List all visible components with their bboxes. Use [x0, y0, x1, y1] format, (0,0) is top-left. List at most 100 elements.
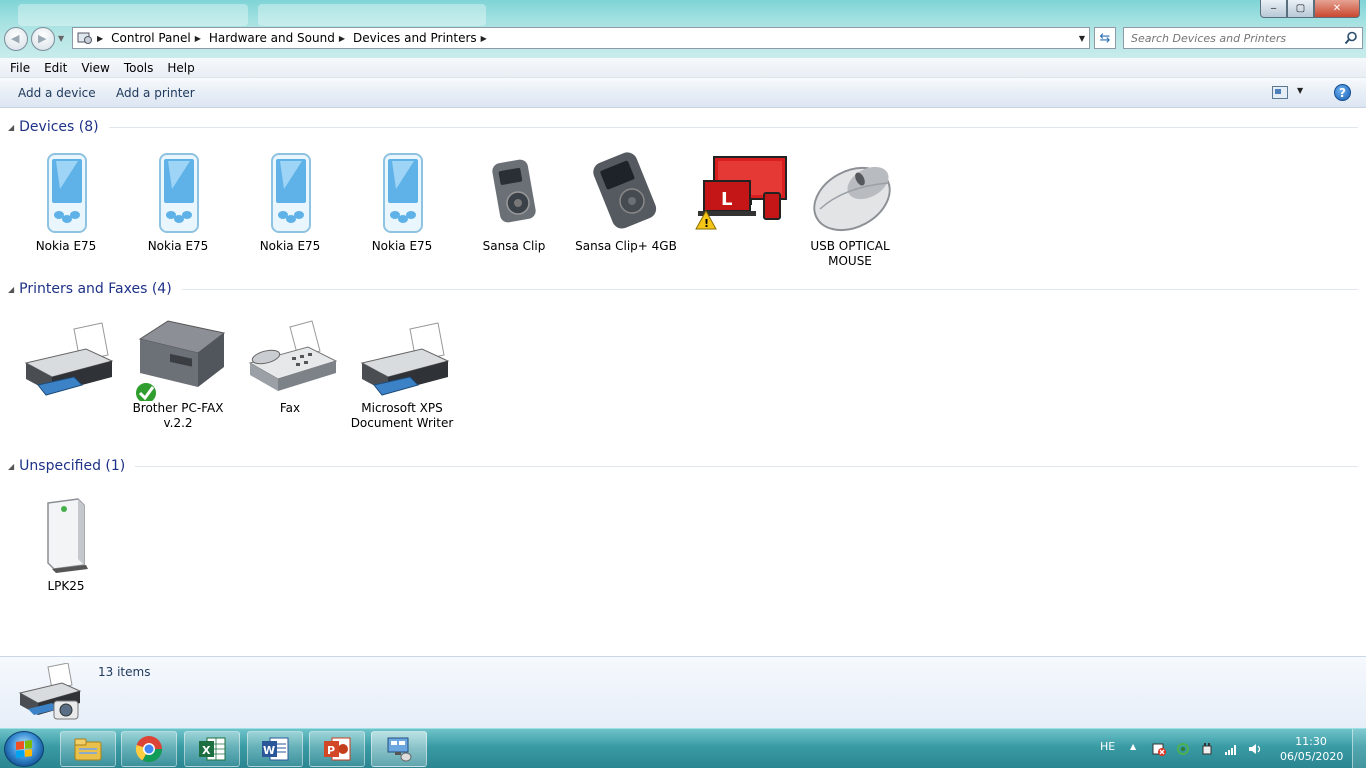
- show-hidden-icons-arrow-icon[interactable]: ▲: [1130, 742, 1144, 756]
- network-signal-icon[interactable]: [1224, 742, 1238, 756]
- taskbar-excel[interactable]: X: [184, 731, 240, 767]
- device-label: Nokia E75: [147, 239, 209, 253]
- system-clock[interactable]: 11:30 06/05/2020: [1280, 734, 1344, 764]
- printer-camera-icon: [18, 663, 82, 720]
- breadcrumb: ▶: [95, 28, 111, 48]
- collapse-triangle-icon[interactable]: ◢: [8, 285, 14, 294]
- taskbar-powerpoint[interactable]: P: [309, 731, 365, 767]
- printer-tile-brother-pc-fax[interactable]: Brother PC-FAX v.2.2: [122, 311, 234, 431]
- add-device-button[interactable]: Add a device: [18, 86, 96, 100]
- group-divider: [135, 465, 1358, 467]
- printer-icon: [16, 311, 116, 401]
- group-header-unspecified[interactable]: ◢ Unspecified (1): [8, 458, 1358, 474]
- device-label: LPK25: [47, 579, 85, 593]
- breadcrumb-hardware-and-sound[interactable]: Hardware and Sound ▶: [209, 28, 353, 48]
- device-tile-nokia-e75[interactable]: Nokia E75: [10, 149, 122, 254]
- taskbar-file-explorer[interactable]: [60, 731, 116, 767]
- control-panel-icon: [75, 29, 95, 47]
- mobile-phone-icon: [128, 149, 228, 239]
- taskbar-chrome[interactable]: [121, 731, 177, 767]
- device-label: Nokia E75: [371, 239, 433, 253]
- printer-label: Microsoft XPS Document Writer: [350, 401, 454, 430]
- recent-pages-dropdown[interactable]: ▼: [58, 34, 64, 43]
- view-options-dropdown[interactable]: ▼: [1297, 86, 1303, 95]
- mobile-phone-icon: [240, 149, 340, 239]
- input-language-indicator[interactable]: HE: [1100, 740, 1115, 753]
- device-label: Sansa Clip+ 4GB: [575, 239, 677, 253]
- device-tile-nokia-e75[interactable]: Nokia E75: [122, 149, 234, 254]
- group-header-printers-and-faxes[interactable]: ◢ Printers and Faxes (4): [8, 281, 1358, 297]
- taskbar: X W P HE ▲ 11:30 06/05/2020: [0, 728, 1366, 768]
- printer-tile-fax[interactable]: Fax: [234, 311, 346, 416]
- mouse-icon: [800, 149, 900, 239]
- breadcrumb-devices-and-printers[interactable]: Devices and Printers ▶: [353, 28, 495, 48]
- menu-help[interactable]: Help: [160, 58, 201, 78]
- close-button[interactable]: ✕: [1314, 0, 1360, 18]
- printer-tile-default[interactable]: [10, 311, 122, 401]
- item-count: 13 items: [98, 665, 151, 679]
- device-label: Nokia E75: [35, 239, 97, 253]
- power-plug-icon[interactable]: [1200, 742, 1214, 756]
- refresh-button[interactable]: ⇆: [1094, 27, 1116, 49]
- collapse-triangle-icon[interactable]: ◢: [8, 462, 14, 471]
- device-tile-computer[interactable]: L!: [682, 149, 794, 239]
- computer-devices-icon: L!: [688, 149, 788, 239]
- chevron-right-icon[interactable]: ▶: [339, 34, 345, 43]
- generic-device-icon: [16, 489, 116, 579]
- device-tile-sansa-clip-plus[interactable]: Sansa Clip+ 4GB: [570, 149, 682, 254]
- device-tile-nokia-e75[interactable]: Nokia E75: [234, 149, 346, 254]
- arrow-right-icon: ▶: [38, 32, 47, 45]
- maximize-button[interactable]: ▢: [1287, 0, 1314, 18]
- breadcrumb-label: Devices and Printers: [352, 31, 477, 45]
- add-printer-button[interactable]: Add a printer: [116, 86, 195, 100]
- printer-label: Fax: [279, 401, 301, 415]
- volume-icon[interactable]: [1248, 742, 1262, 756]
- search-box[interactable]: [1123, 27, 1363, 49]
- devices-and-printers-icon: [387, 737, 412, 762]
- minimize-button[interactable]: ‒: [1260, 0, 1287, 18]
- search-icon[interactable]: [1344, 31, 1358, 48]
- word-icon: W: [262, 737, 289, 761]
- windows-logo-icon: [16, 740, 32, 758]
- action-center-icon[interactable]: [1152, 742, 1166, 756]
- collapse-triangle-icon[interactable]: ◢: [8, 123, 14, 132]
- chrome-icon: [135, 736, 163, 763]
- fax-icon: [240, 311, 340, 401]
- search-input[interactable]: [1124, 28, 1334, 48]
- chevron-right-icon[interactable]: ▶: [195, 34, 201, 43]
- clock-date: 06/05/2020: [1280, 750, 1344, 763]
- menu-file[interactable]: File: [3, 58, 37, 78]
- menu-tools[interactable]: Tools: [117, 58, 161, 78]
- sync-status-icon[interactable]: [1176, 742, 1190, 756]
- address-dropdown[interactable]: ▼: [1079, 34, 1085, 43]
- menu-view[interactable]: View: [74, 58, 116, 78]
- svg-text:W: W: [263, 744, 275, 757]
- breadcrumb-label: Control Panel: [111, 31, 191, 45]
- address-bar[interactable]: ▶ Control Panel ▶ Hardware and Sound ▶ Dev…: [72, 27, 1090, 49]
- taskbar-devices-and-printers[interactable]: [371, 731, 427, 767]
- printer-label: Brother PC-FAX v.2.2: [132, 401, 224, 430]
- forward-button[interactable]: ▶: [31, 27, 55, 51]
- device-tile-lpk25[interactable]: LPK25: [10, 489, 122, 594]
- chevron-right-icon[interactable]: ▶: [97, 34, 103, 43]
- printer-tile-microsoft-xps[interactable]: Microsoft XPS Document Writer: [346, 311, 458, 431]
- start-button[interactable]: [4, 731, 44, 767]
- change-view-icon[interactable]: [1272, 86, 1288, 99]
- device-tile-nokia-e75[interactable]: Nokia E75: [346, 149, 458, 254]
- device-tile-usb-mouse[interactable]: USB OPTICAL MOUSE: [794, 149, 906, 269]
- devices-content-area: ◢ Devices (8) Nokia E75 Nokia E75 Nokia …: [0, 109, 1366, 656]
- window-titlebar: ‒ ▢ ✕ ◀ ▶ ▼ ▶ Control Panel ▶ Hardware an…: [0, 0, 1366, 60]
- device-label: Nokia E75: [259, 239, 321, 253]
- device-tile-sansa-clip[interactable]: Sansa Clip: [458, 149, 570, 254]
- group-header-devices[interactable]: ◢ Devices (8): [8, 119, 1358, 135]
- details-pane: 13 items: [0, 656, 1366, 728]
- media-player-icon: [464, 149, 564, 239]
- svg-text:P: P: [327, 744, 335, 757]
- breadcrumb-control-panel[interactable]: Control Panel ▶: [111, 28, 209, 48]
- menu-edit[interactable]: Edit: [37, 58, 74, 78]
- help-button[interactable]: ?: [1334, 84, 1351, 101]
- chevron-right-icon[interactable]: ▶: [481, 34, 487, 43]
- taskbar-word[interactable]: W: [247, 731, 303, 767]
- back-button[interactable]: ◀: [4, 27, 28, 51]
- show-desktop-button[interactable]: [1352, 729, 1366, 768]
